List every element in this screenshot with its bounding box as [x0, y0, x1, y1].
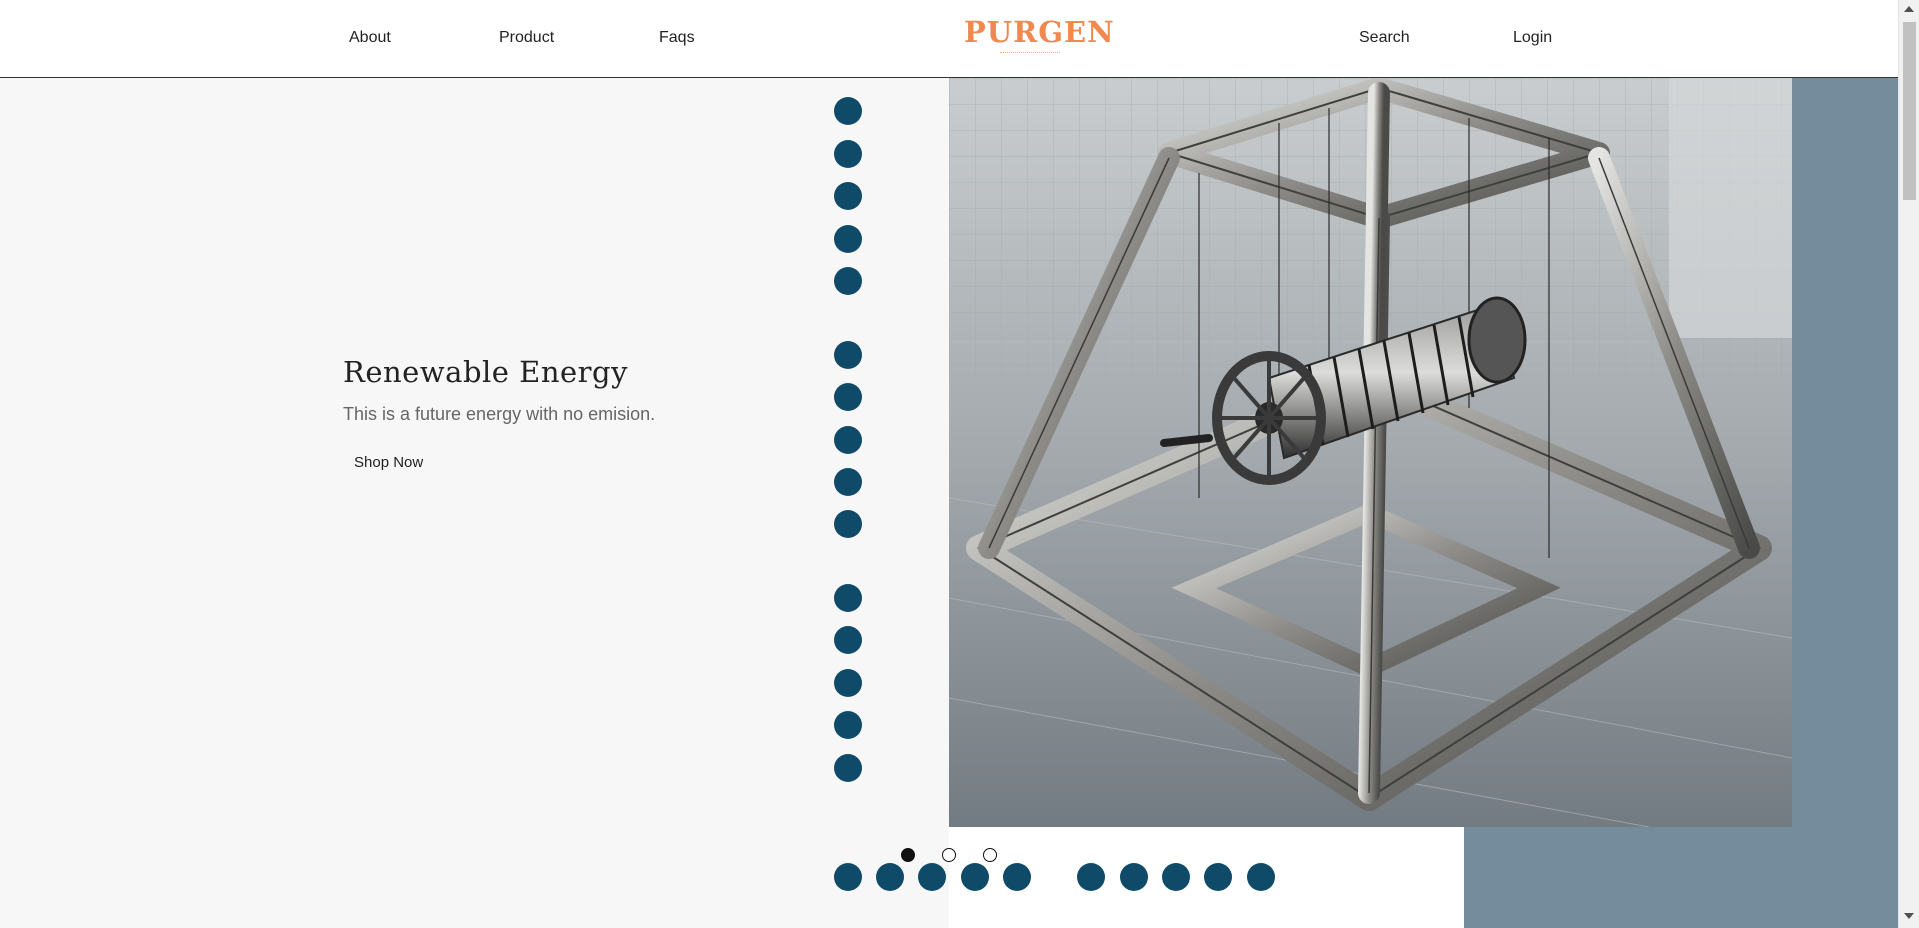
decorative-dot	[834, 863, 862, 891]
nav-search-link[interactable]: Search	[1359, 29, 1410, 47]
page: About Product Faqs PURGEN Search Login R…	[0, 0, 1919, 928]
slate-accent-block-top	[1792, 78, 1898, 827]
site-header: About Product Faqs PURGEN Search Login	[0, 0, 1898, 78]
decorative-dot	[834, 584, 862, 612]
hero-subtitle: This is a future energy with no emision.	[343, 404, 656, 424]
scrollbar-thumb[interactable]	[1903, 22, 1916, 200]
truss-frame-illustration	[949, 78, 1792, 827]
decorative-dot	[834, 225, 862, 253]
brand-logo-text: PURGEN	[964, 15, 1115, 49]
decorative-dot	[1247, 863, 1275, 891]
nav-about-link[interactable]: About	[349, 29, 391, 47]
decorative-dot	[834, 626, 862, 654]
decorative-dot	[876, 863, 904, 891]
decorative-dot	[834, 669, 862, 697]
scroll-up-arrow-icon[interactable]	[1904, 6, 1914, 12]
hero-left-panel	[0, 78, 949, 928]
hero-title: Renewable Energy	[343, 355, 628, 389]
decorative-dot	[834, 140, 862, 168]
carousel-indicator-2[interactable]	[942, 848, 956, 862]
shop-now-button[interactable]: Shop Now	[343, 448, 434, 477]
nav-faqs-link[interactable]: Faqs	[659, 29, 695, 47]
decorative-dot	[1162, 863, 1190, 891]
decorative-dot	[834, 468, 862, 496]
decorative-dot	[834, 711, 862, 739]
decorative-dot	[834, 267, 862, 295]
decorative-dot	[834, 510, 862, 538]
decorative-dot	[961, 863, 989, 891]
carousel-indicator-1[interactable]	[901, 848, 915, 862]
page-scrollbar[interactable]	[1898, 0, 1919, 928]
slate-accent-block-bottom	[1464, 827, 1898, 928]
decorative-dot	[834, 341, 862, 369]
nav-product-link[interactable]: Product	[499, 29, 554, 47]
hero-product-image	[949, 78, 1792, 827]
decorative-dot	[1204, 863, 1232, 891]
logo-tagline-line	[1000, 52, 1060, 55]
decorative-dot	[1003, 863, 1031, 891]
decorative-dot	[834, 383, 862, 411]
decorative-dot	[834, 182, 862, 210]
carousel-indicator-3[interactable]	[983, 848, 997, 862]
decorative-dot	[834, 426, 862, 454]
brand-logo[interactable]: PURGEN	[964, 18, 1115, 47]
decorative-dot	[918, 863, 946, 891]
nav-login-link[interactable]: Login	[1513, 29, 1552, 47]
scroll-down-arrow-icon[interactable]	[1904, 913, 1914, 919]
decorative-dot	[834, 754, 862, 782]
decorative-dot	[834, 97, 862, 125]
decorative-dot	[1077, 863, 1105, 891]
decorative-dot	[1120, 863, 1148, 891]
